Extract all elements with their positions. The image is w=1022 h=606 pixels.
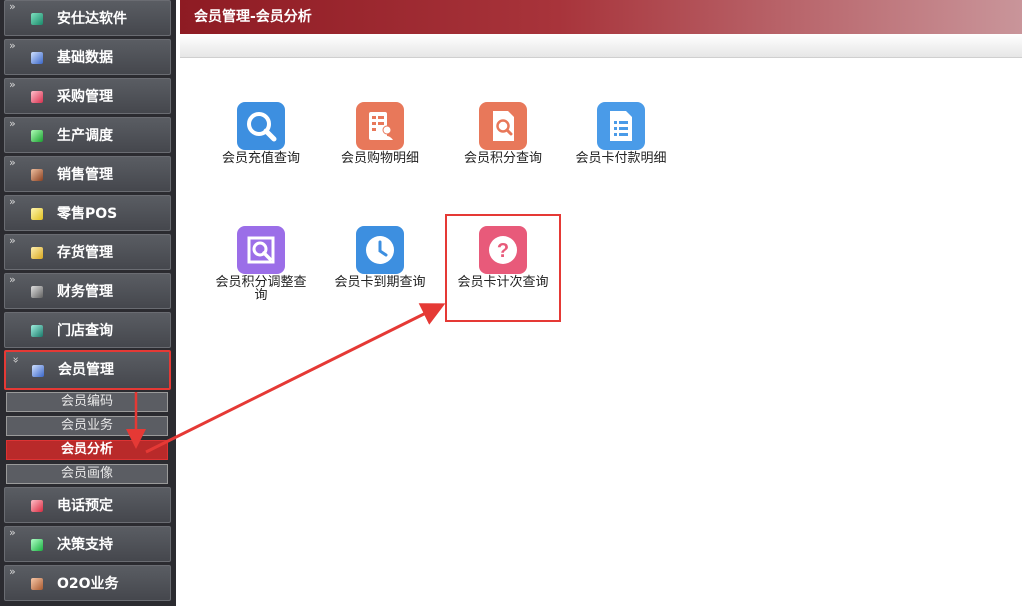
expand-chevron-icon: » — [9, 117, 16, 130]
sidebar-item-store-query[interactable]: 门店查询 — [4, 312, 171, 348]
expand-chevron-icon: » — [9, 39, 16, 52]
sidebar-item-finance[interactable]: » 财务管理 — [4, 273, 171, 309]
tile-label: 会员卡计次查询 — [457, 275, 549, 290]
tile-member-points-adjust-query[interactable]: 会员积分调整查询 — [211, 226, 311, 302]
receipt-person-icon — [356, 102, 404, 150]
sidebar-item-label: 财务管理 — [57, 284, 113, 300]
sub-item-member-code[interactable]: 会员编码 — [6, 392, 168, 412]
sub-item-member-business[interactable]: 会员业务 — [6, 416, 168, 436]
sidebar-item-label: 存货管理 — [57, 245, 113, 261]
expand-chevron-icon: » — [9, 78, 16, 91]
document-search-icon — [479, 102, 527, 150]
gray-icon — [31, 286, 43, 298]
sidebar-item-label: 电话预定 — [57, 498, 113, 514]
frame-search-icon — [237, 226, 285, 274]
teal-icon — [31, 13, 43, 25]
tile-label: 会员积分调整查询 — [215, 275, 307, 303]
expand-chevron-icon: » — [9, 0, 16, 13]
green-icon — [31, 130, 43, 142]
sidebar-item-sales[interactable]: » 销售管理 — [4, 156, 171, 192]
clock-icon — [356, 226, 404, 274]
page-header: 会员管理-会员分析 — [180, 0, 1022, 34]
tile-member-recharge-query[interactable]: 会员充值查询 — [211, 102, 311, 165]
sidebar: » 安仕达软件 » 基础数据 » 采购管理 » 生产调度 » 销售管理 » 零售… — [0, 0, 176, 606]
sub-item-member-portrait[interactable]: 会员画像 — [6, 464, 168, 484]
tile-label: 会员卡到期查询 — [334, 275, 426, 290]
blue-icon — [31, 52, 43, 64]
expand-chevron-icon: » — [9, 526, 16, 539]
tile-member-card-expiry-query[interactable]: 会员卡到期查询 — [330, 226, 430, 289]
gold-icon — [31, 247, 43, 259]
tile-label: 会员积分查询 — [463, 151, 542, 166]
teal-icon — [31, 325, 43, 337]
sidebar-item-o2o[interactable]: » O2O业务 — [4, 565, 171, 601]
tile-label: 会员卡付款明细 — [575, 151, 667, 166]
sidebar-item-inventory[interactable]: » 存货管理 — [4, 234, 171, 270]
orange-icon — [31, 578, 43, 590]
tile-member-points-query[interactable]: 会员积分查询 — [453, 102, 553, 165]
expand-chevron-icon: » — [9, 273, 16, 286]
sidebar-item-label: 安仕达软件 — [57, 11, 127, 27]
toolbar-strip — [180, 34, 1022, 58]
search-icon — [237, 102, 285, 150]
expand-chevron-icon: » — [9, 156, 16, 169]
sidebar-item-member-management[interactable]: » 会员管理 — [4, 350, 171, 390]
pink-icon — [31, 91, 43, 103]
sidebar-item-retail-pos[interactable]: » 零售POS — [4, 195, 171, 231]
sidebar-item-basic-data[interactable]: » 基础数据 — [4, 39, 171, 75]
sidebar-item-label: 会员管理 — [58, 362, 114, 378]
tile-label: 会员购物明细 — [340, 151, 419, 166]
sidebar-item-label: 门店查询 — [57, 323, 113, 339]
yellow-icon — [31, 208, 43, 220]
collapse-chevron-icon: » — [9, 356, 23, 364]
expand-chevron-icon: » — [9, 565, 16, 578]
page-title: 会员管理-会员分析 — [194, 9, 312, 25]
sidebar-item-anshida[interactable]: » 安仕达软件 — [4, 0, 171, 36]
tile-member-card-payment-detail[interactable]: 会员卡付款明细 — [571, 102, 671, 165]
diagonal-arrow — [145, 303, 446, 454]
document-list-icon — [597, 102, 645, 150]
tile-member-card-count-query[interactable]: ? 会员卡计次查询 — [453, 226, 553, 289]
green-icon — [31, 539, 43, 551]
sidebar-item-label: 销售管理 — [57, 167, 113, 183]
sidebar-item-phone-booking[interactable]: 电话预定 — [4, 487, 171, 523]
tile-label: 会员充值查询 — [221, 151, 300, 166]
sidebar-item-label: 决策支持 — [57, 537, 113, 553]
brown-icon — [31, 169, 43, 181]
sidebar-item-label: O2O业务 — [57, 576, 119, 592]
sidebar-item-label: 生产调度 — [57, 128, 113, 144]
sidebar-item-label: 采购管理 — [57, 89, 113, 105]
svg-text:?: ? — [497, 240, 509, 262]
expand-chevron-icon: » — [9, 195, 16, 208]
sub-item-member-analysis[interactable]: 会员分析 — [6, 440, 168, 460]
expand-chevron-icon: » — [9, 234, 16, 247]
blue-icon — [32, 365, 44, 377]
sidebar-item-label: 零售POS — [57, 206, 118, 222]
sidebar-item-label: 基础数据 — [57, 50, 113, 66]
tile-member-shopping-detail[interactable]: 会员购物明细 — [330, 102, 430, 165]
question-icon: ? — [479, 226, 527, 274]
sidebar-item-production[interactable]: » 生产调度 — [4, 117, 171, 153]
sidebar-item-decision-support[interactable]: » 决策支持 — [4, 526, 171, 562]
app-window: » 安仕达软件 » 基础数据 » 采购管理 » 生产调度 » 销售管理 » 零售… — [0, 0, 1022, 606]
red-icon — [31, 500, 43, 512]
sidebar-item-purchase[interactable]: » 采购管理 — [4, 78, 171, 114]
